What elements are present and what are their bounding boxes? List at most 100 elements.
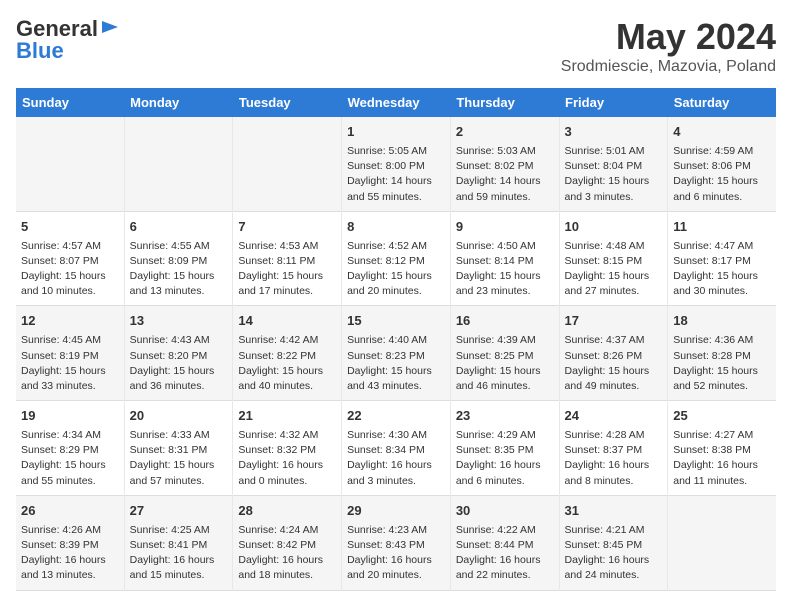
cell-text: Sunrise: 4:25 AM <box>130 523 228 538</box>
cell-text: Sunset: 8:04 PM <box>565 159 663 174</box>
day-number: 18 <box>673 312 771 331</box>
cell-text: and 33 minutes. <box>21 379 119 394</box>
calendar-cell: 29Sunrise: 4:23 AMSunset: 8:43 PMDayligh… <box>342 495 451 590</box>
cell-text: Daylight: 15 hours <box>21 364 119 379</box>
cell-text: Daylight: 15 hours <box>130 269 228 284</box>
cell-text: Daylight: 14 hours <box>347 174 445 189</box>
cell-text: Daylight: 15 hours <box>456 269 554 284</box>
cell-text: Sunset: 8:34 PM <box>347 443 445 458</box>
calendar-cell: 20Sunrise: 4:33 AMSunset: 8:31 PMDayligh… <box>124 401 233 496</box>
day-number: 20 <box>130 407 228 426</box>
cell-text: Sunrise: 4:53 AM <box>238 239 336 254</box>
header-monday: Monday <box>124 88 233 117</box>
cell-text: Sunrise: 4:23 AM <box>347 523 445 538</box>
calendar-cell: 11Sunrise: 4:47 AMSunset: 8:17 PMDayligh… <box>668 211 776 306</box>
calendar-week-5: 26Sunrise: 4:26 AMSunset: 8:39 PMDayligh… <box>16 495 776 590</box>
cell-text: Daylight: 15 hours <box>565 269 663 284</box>
day-number: 19 <box>21 407 119 426</box>
cell-text: and 22 minutes. <box>456 568 554 583</box>
calendar-cell: 5Sunrise: 4:57 AMSunset: 8:07 PMDaylight… <box>16 211 124 306</box>
cell-text: Daylight: 15 hours <box>238 269 336 284</box>
cell-text: Daylight: 16 hours <box>456 458 554 473</box>
cell-text: Sunset: 8:41 PM <box>130 538 228 553</box>
cell-text: and 6 minutes. <box>673 190 771 205</box>
cell-text: Sunrise: 4:40 AM <box>347 333 445 348</box>
calendar-cell <box>16 117 124 211</box>
day-number: 14 <box>238 312 336 331</box>
calendar-cell: 6Sunrise: 4:55 AMSunset: 8:09 PMDaylight… <box>124 211 233 306</box>
cell-text: Daylight: 15 hours <box>21 269 119 284</box>
cell-text: and 20 minutes. <box>347 568 445 583</box>
cell-text: Sunset: 8:00 PM <box>347 159 445 174</box>
cell-text: Daylight: 16 hours <box>565 553 663 568</box>
cell-text: Daylight: 15 hours <box>673 269 771 284</box>
cell-text: Daylight: 16 hours <box>456 553 554 568</box>
cell-text: Sunset: 8:23 PM <box>347 349 445 364</box>
cell-text: Sunrise: 4:24 AM <box>238 523 336 538</box>
calendar-cell: 28Sunrise: 4:24 AMSunset: 8:42 PMDayligh… <box>233 495 342 590</box>
cell-text: and 24 minutes. <box>565 568 663 583</box>
day-number: 5 <box>21 218 119 237</box>
cell-text: and 30 minutes. <box>673 284 771 299</box>
cell-text: Daylight: 16 hours <box>673 458 771 473</box>
cell-text: Sunset: 8:32 PM <box>238 443 336 458</box>
calendar-cell: 17Sunrise: 4:37 AMSunset: 8:26 PMDayligh… <box>559 306 668 401</box>
cell-text: Sunrise: 4:32 AM <box>238 428 336 443</box>
cell-text: Sunrise: 4:29 AM <box>456 428 554 443</box>
cell-text: Sunrise: 4:21 AM <box>565 523 663 538</box>
cell-text: Sunset: 8:44 PM <box>456 538 554 553</box>
cell-text: Sunset: 8:09 PM <box>130 254 228 269</box>
calendar-cell: 24Sunrise: 4:28 AMSunset: 8:37 PMDayligh… <box>559 401 668 496</box>
cell-text: Sunset: 8:14 PM <box>456 254 554 269</box>
header-friday: Friday <box>559 88 668 117</box>
cell-text: and 23 minutes. <box>456 284 554 299</box>
calendar-cell: 12Sunrise: 4:45 AMSunset: 8:19 PMDayligh… <box>16 306 124 401</box>
cell-text: Sunset: 8:19 PM <box>21 349 119 364</box>
day-number: 25 <box>673 407 771 426</box>
calendar-cell: 18Sunrise: 4:36 AMSunset: 8:28 PMDayligh… <box>668 306 776 401</box>
day-number: 12 <box>21 312 119 331</box>
calendar-week-4: 19Sunrise: 4:34 AMSunset: 8:29 PMDayligh… <box>16 401 776 496</box>
cell-text: Sunset: 8:12 PM <box>347 254 445 269</box>
cell-text: Sunset: 8:07 PM <box>21 254 119 269</box>
calendar-cell: 30Sunrise: 4:22 AMSunset: 8:44 PMDayligh… <box>450 495 559 590</box>
cell-text: and 55 minutes. <box>21 474 119 489</box>
cell-text: and 13 minutes. <box>130 284 228 299</box>
cell-text: Daylight: 15 hours <box>347 364 445 379</box>
cell-text: Sunset: 8:38 PM <box>673 443 771 458</box>
cell-text: and 40 minutes. <box>238 379 336 394</box>
day-number: 7 <box>238 218 336 237</box>
day-number: 23 <box>456 407 554 426</box>
cell-text: Daylight: 14 hours <box>456 174 554 189</box>
cell-text: Sunrise: 4:30 AM <box>347 428 445 443</box>
calendar-cell: 22Sunrise: 4:30 AMSunset: 8:34 PMDayligh… <box>342 401 451 496</box>
header-thursday: Thursday <box>450 88 559 117</box>
cell-text: and 46 minutes. <box>456 379 554 394</box>
cell-text: Sunrise: 4:42 AM <box>238 333 336 348</box>
cell-text: and 17 minutes. <box>238 284 336 299</box>
day-number: 4 <box>673 123 771 142</box>
cell-text: Sunrise: 4:37 AM <box>565 333 663 348</box>
cell-text: Sunset: 8:45 PM <box>565 538 663 553</box>
cell-text: Sunset: 8:15 PM <box>565 254 663 269</box>
cell-text: and 11 minutes. <box>673 474 771 489</box>
day-number: 8 <box>347 218 445 237</box>
calendar-cell: 25Sunrise: 4:27 AMSunset: 8:38 PMDayligh… <box>668 401 776 496</box>
cell-text: Sunset: 8:20 PM <box>130 349 228 364</box>
cell-text: Sunset: 8:06 PM <box>673 159 771 174</box>
calendar-cell: 15Sunrise: 4:40 AMSunset: 8:23 PMDayligh… <box>342 306 451 401</box>
day-number: 17 <box>565 312 663 331</box>
cell-text: Sunrise: 5:05 AM <box>347 144 445 159</box>
day-number: 3 <box>565 123 663 142</box>
cell-text: Sunset: 8:37 PM <box>565 443 663 458</box>
cell-text: Sunset: 8:17 PM <box>673 254 771 269</box>
logo-blue: Blue <box>16 38 64 64</box>
cell-text: Sunset: 8:43 PM <box>347 538 445 553</box>
calendar-header-row: Sunday Monday Tuesday Wednesday Thursday… <box>16 88 776 117</box>
cell-text: and 43 minutes. <box>347 379 445 394</box>
logo: General Blue <box>16 16 120 64</box>
cell-text: Sunrise: 4:39 AM <box>456 333 554 348</box>
cell-text: Daylight: 15 hours <box>130 458 228 473</box>
cell-text: and 57 minutes. <box>130 474 228 489</box>
day-number: 24 <box>565 407 663 426</box>
